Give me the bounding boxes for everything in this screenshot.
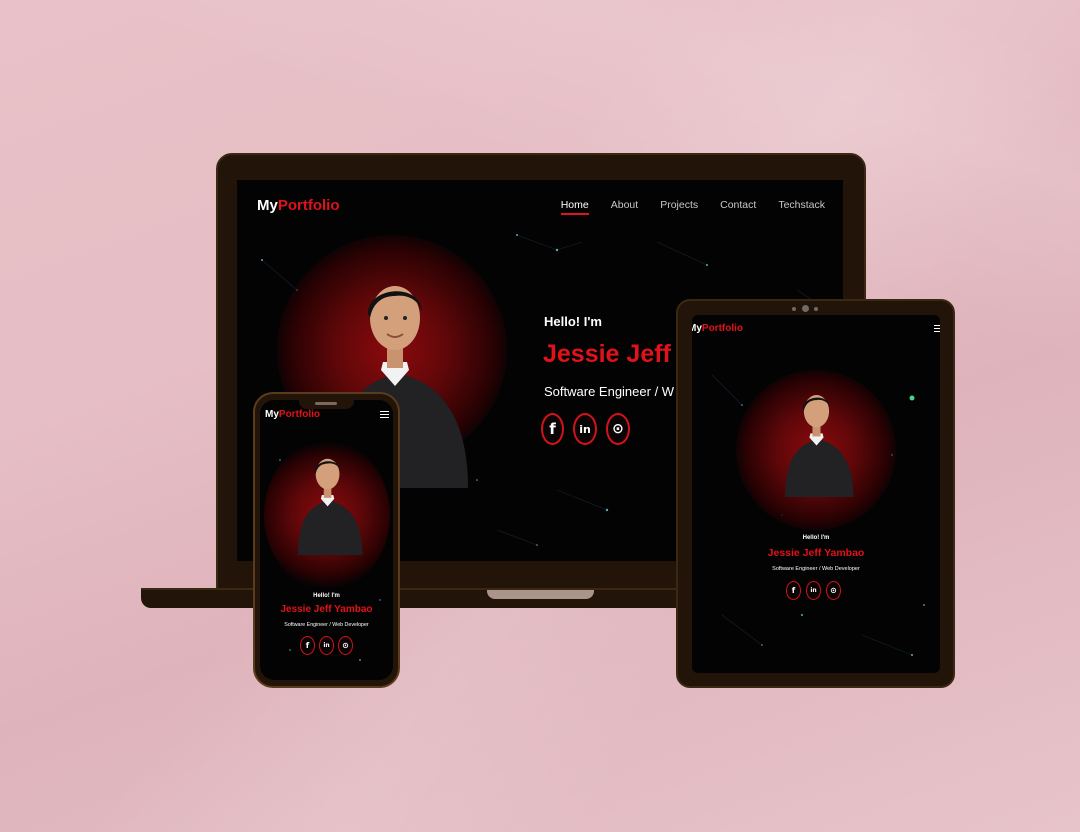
logo-text-portfolio: Portfolio [277,197,340,214]
logo[interactable]: MyPortfolio [692,323,743,334]
main-nav: Home About Projects Contact Techstack [560,199,825,215]
linkedin-icon[interactable]: in [319,636,334,655]
tablet-sensor [792,307,796,311]
github-icon[interactable]: ⊙ [826,581,841,600]
hero-name: Jessie Jeff Yambao [767,547,865,559]
nav-techstack[interactable]: Techstack [778,199,825,215]
phone-screen: MyPortfolio Hello! I'm Jessie Jeff Yamba… [260,400,393,680]
github-icon[interactable]: ⊙ [606,413,630,445]
phone-speaker [315,402,337,405]
hero-name: Jessie Jeff Yambao [280,604,373,615]
facebook-icon[interactable]: f [541,413,564,445]
hero-greeting: Hello! I'm [313,593,340,599]
hero-role: Software Engineer / W [544,384,675,399]
tablet-camera-icon [802,305,809,312]
facebook-icon[interactable]: f [786,581,801,600]
facebook-icon[interactable]: f [300,636,315,655]
hero-name: Jessie Jeff [543,340,671,368]
hero-role: Software Engineer / Web Developer [284,622,369,628]
social-links: f in ⊙ [300,636,353,655]
hamburger-menu-icon[interactable] [934,325,940,334]
linkedin-icon[interactable]: in [573,413,597,445]
logo-text-my: My [257,197,278,214]
github-icon[interactable]: ⊙ [338,636,353,655]
hero-role: Software Engineer / Web Developer [772,566,860,572]
logo-text-portfolio: Portfolio [701,323,744,334]
profile-photo [785,395,854,497]
logo-text-my: My [265,409,279,420]
profile-photo [298,458,363,555]
logo-text-my: My [692,323,702,334]
hero-greeting: Hello! I'm [802,535,830,541]
nav-projects[interactable]: Projects [660,199,698,215]
linkedin-icon[interactable]: in [806,581,821,600]
nav-home[interactable]: Home [560,199,589,215]
social-links: f in ⊙ [541,413,630,445]
laptop-trackpad-notch [487,590,594,599]
nav-about[interactable]: About [611,199,638,215]
tablet-sensor [814,307,818,311]
social-links: f in ⊙ [786,581,841,600]
logo[interactable]: MyPortfolio [265,409,320,420]
nav-contact[interactable]: Contact [720,199,756,215]
logo-text-portfolio: Portfolio [278,409,321,420]
logo[interactable]: MyPortfolio [257,197,340,214]
hamburger-menu-icon[interactable] [380,411,389,420]
tablet-screen: MyPortfolio Hello! I'm Jessie Jeff Yamba… [692,315,940,673]
hero-greeting: Hello! I'm [544,314,602,329]
